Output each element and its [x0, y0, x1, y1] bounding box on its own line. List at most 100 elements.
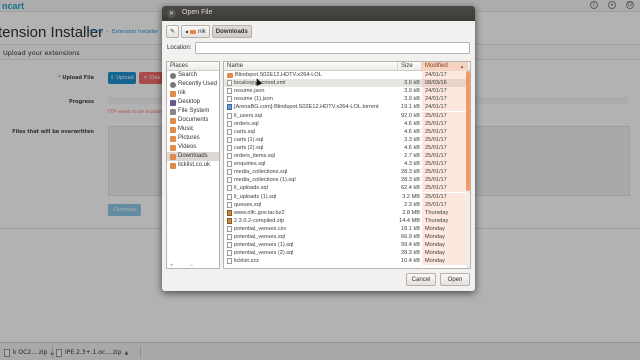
pictures-icon	[170, 135, 176, 142]
file-row[interactable]: carts.sql 4.6 kB 25/01/17	[224, 127, 470, 136]
file-name: potential_venues.csv	[234, 225, 287, 232]
place-item[interactable]: Downloads	[167, 152, 219, 161]
place-item[interactable]: Documents	[167, 116, 219, 125]
place-label: Music	[178, 126, 194, 132]
path-segment-downloads[interactable]: Downloads	[211, 25, 252, 38]
file-modified: 25/01/17	[422, 184, 468, 193]
file-row[interactable]: potential_venues.sql 66.9 kB Monday	[224, 233, 470, 241]
file-row[interactable]: ll_uploads (1).sql 3.2 MB 25/01/17	[224, 192, 470, 201]
file-row[interactable]: 2.3.0.2-compiled.zip 14.4 MB Thursday	[224, 216, 470, 225]
place-item[interactable]: File System	[167, 107, 219, 116]
column-name-header[interactable]: Name	[224, 62, 398, 71]
location-input[interactable]	[195, 42, 470, 54]
file-name: media_collections.sql	[234, 169, 288, 176]
path-segment-nik[interactable]: ◀ nik	[181, 25, 210, 38]
file-modified: Monday	[422, 233, 468, 241]
place-item[interactable]: Desktop	[167, 98, 219, 107]
file-name: ll_uploads.sql	[234, 185, 268, 192]
scrollbar-thumb[interactable]	[466, 71, 470, 191]
file-row[interactable]: orders_items.sql 2.7 kB 25/01/17	[224, 152, 470, 160]
file-modified: 25/01/17	[422, 143, 468, 152]
file-row[interactable]: queues.sql 2.3 kB 25/01/17	[224, 200, 470, 209]
file-size: 3.2 MB	[402, 193, 420, 200]
file-size: 19.1 kB	[401, 104, 420, 111]
close-icon[interactable]: ✕	[167, 9, 176, 18]
file-modified: Monday	[422, 224, 468, 233]
file-list-scrollbar[interactable]	[466, 71, 470, 268]
file-size: 92.0 kB	[401, 112, 420, 119]
file-row[interactable]: potential_venues.csv 18.1 kB Monday	[224, 224, 470, 233]
file-size: 99.4 kB	[401, 242, 420, 249]
file-row[interactable]: carts (1).sql 3.3 kB 25/01/17	[224, 135, 470, 144]
file-icon	[227, 144, 232, 151]
file-row[interactable]: www.nlfc.gov.tar.bz2 2.8 MB Thursday	[224, 208, 470, 217]
file-size: 2.3 kB	[404, 201, 420, 208]
desktop-icon	[170, 99, 176, 106]
place-label: nik	[178, 90, 186, 96]
file-size: 4.6 kB	[404, 128, 420, 135]
file-icon	[227, 88, 232, 95]
file-icon	[227, 161, 232, 168]
location-label: Location:	[167, 45, 192, 51]
place-item[interactable]: Videos	[167, 143, 219, 152]
place-item[interactable]: nik	[167, 89, 219, 98]
remove-bookmark-icon[interactable]: −	[190, 263, 194, 269]
home-icon	[170, 90, 176, 97]
dialog-titlebar[interactable]: ✕ Open File	[162, 6, 475, 21]
column-modified-header[interactable]: Modified ▲	[422, 62, 468, 71]
file-row[interactable]: media_collections (1).sql 28.3 kB 25/01/17	[224, 176, 470, 185]
file-name: orders_items.sql	[234, 153, 276, 159]
file-modified: 25/01/17	[422, 160, 468, 169]
cancel-button[interactable]: Cancel	[406, 273, 436, 286]
file-modified: 25/01/17	[422, 168, 468, 177]
place-label: Videos	[178, 144, 197, 150]
file-row[interactable]: resume (1).json 3.9 kB 24/01/17	[224, 95, 470, 104]
file-name: ll_uploads (1).sql	[234, 193, 277, 200]
file-icon	[227, 258, 232, 265]
video-icon	[170, 144, 176, 151]
place-label: Pictures	[178, 135, 200, 141]
place-label: File System	[178, 108, 210, 114]
file-modified: Thursday	[422, 208, 468, 217]
file-modified: 24/01/17	[422, 87, 468, 96]
file-modified: 25/01/17	[422, 192, 468, 201]
place-label: Search	[178, 72, 198, 78]
music-icon	[170, 126, 176, 133]
scroll-left-icon: ◀	[185, 29, 189, 34]
file-row[interactable]: ll_uploads.sql 62.4 kB 25/01/17	[224, 184, 470, 193]
file-icon	[227, 96, 232, 103]
place-item[interactable]: Search	[167, 71, 219, 80]
add-bookmark-icon[interactable]: +	[170, 263, 174, 269]
file-row[interactable]: potential_venues (2).sql 28.3 kB Monday	[224, 249, 470, 258]
file-row[interactable]: orders.sql 4.6 kB 25/01/17	[224, 119, 470, 128]
file-row[interactable]: [ArenaBG.com]-Blindspot.S02E12.HDTV.x264…	[224, 103, 470, 112]
file-row[interactable]: carts (2).sql 4.6 kB 25/01/17	[224, 143, 470, 152]
open-button[interactable]: Open	[440, 273, 470, 286]
file-icon	[227, 120, 232, 127]
torrent-icon	[227, 104, 232, 111]
file-size: 3.0 kB	[404, 80, 420, 87]
file-icon	[227, 112, 232, 119]
file-icon	[227, 80, 232, 87]
place-item[interactable]: licklist.co.uk	[167, 161, 219, 170]
file-modified: 25/01/17	[422, 127, 468, 136]
file-row[interactable]: licklist.zzz 10.4 kB Monday	[224, 257, 470, 266]
file-row[interactable]: potential_venues (1).sql 99.4 kB Monday	[224, 241, 470, 250]
file-size: 3.3 kB	[404, 136, 420, 143]
edit-location-button[interactable]: ✎	[166, 25, 180, 38]
place-item[interactable]: Music	[167, 125, 219, 134]
file-modified: 08/03/16	[422, 79, 468, 88]
place-item[interactable]: Recently Used	[167, 80, 219, 89]
file-icon	[227, 136, 232, 143]
place-item[interactable]: Pictures	[167, 134, 219, 143]
column-size-header[interactable]: Size	[398, 62, 422, 71]
file-name: resume (1).json	[234, 96, 273, 103]
file-row[interactable]: Blindspot.S02E12.HDTV.x264-LOL 24/01/17	[224, 71, 470, 79]
file-row[interactable]: resume.json 3.9 kB 24/01/17	[224, 87, 470, 96]
file-row[interactable]: ll_users.sql 92.0 kB 25/01/17	[224, 111, 470, 120]
file-row[interactable]: media_collections.sql 28.3 kB 25/01/17	[224, 168, 470, 177]
file-icon	[227, 250, 232, 257]
file-row[interactable]: enquiries.sql 4.3 kB 25/01/17	[224, 160, 470, 169]
file-name: carts (1).sql	[234, 136, 264, 143]
place-label: Documents	[178, 117, 209, 123]
